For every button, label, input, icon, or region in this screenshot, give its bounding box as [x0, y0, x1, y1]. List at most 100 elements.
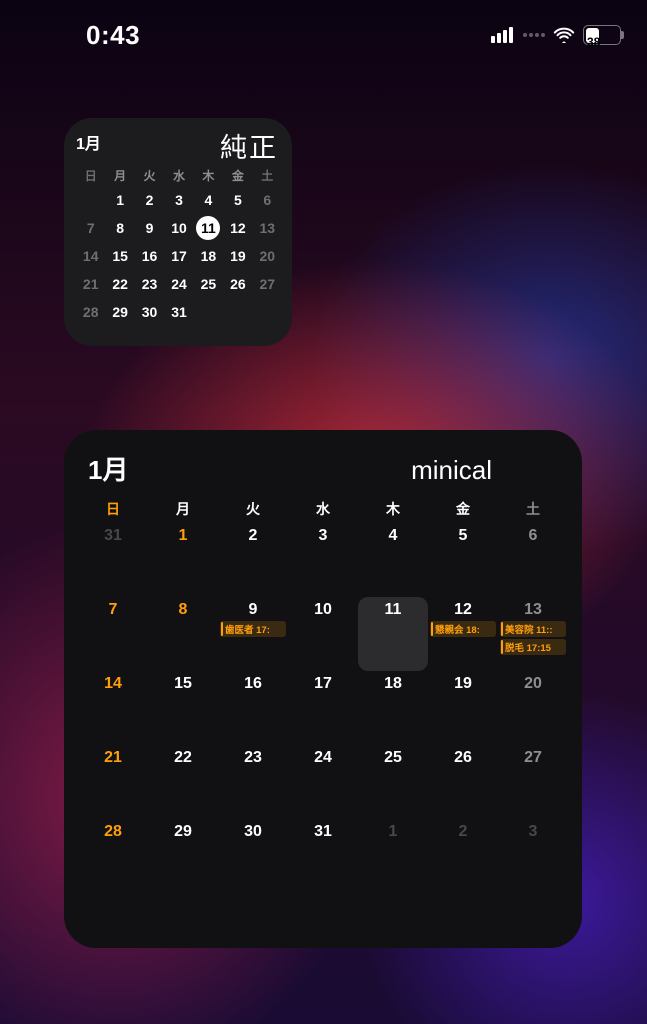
calendar-large-events: 歯医者 17:	[220, 621, 286, 637]
calendar-large-dow: 土	[498, 499, 568, 523]
calendar-small-day	[253, 300, 282, 324]
calendar-large-day[interactable]: 19	[428, 671, 498, 745]
calendar-event[interactable]: 歯医者 17:	[220, 621, 286, 637]
calendar-large-day-number: 21	[78, 749, 148, 767]
calendar-small-dow: 日	[76, 167, 105, 184]
calendar-large-events: 美容院 11::脱毛 17:15	[500, 621, 566, 655]
calendar-small-dow: 水	[164, 167, 193, 184]
dual-sim-icon	[523, 33, 545, 37]
calendar-small-day: 16	[135, 244, 164, 268]
calendar-large-day-number: 28	[78, 823, 148, 841]
calendar-large-day[interactable]: 12 懇親会 18:	[428, 597, 498, 671]
calendar-large-dow: 月	[148, 499, 218, 523]
calendar-large-day[interactable]: 28	[78, 819, 148, 893]
calendar-small-grid: 日月火水木金土123456789101112131415161718192021…	[76, 167, 282, 324]
calendar-large-day[interactable]: 4	[358, 523, 428, 597]
calendar-large-day[interactable]: 11	[358, 597, 428, 671]
calendar-small-day: 14	[76, 244, 105, 268]
calendar-large-header: 1月 minical	[78, 450, 568, 487]
calendar-large-day-number: 20	[498, 675, 568, 693]
calendar-large-day[interactable]: 18	[358, 671, 428, 745]
calendar-large-day[interactable]: 9歯医者 17:	[218, 597, 288, 671]
calendar-large-day-number: 19	[428, 675, 498, 693]
calendar-large-day-number: 17	[288, 675, 358, 693]
status-time: 0:43	[86, 20, 140, 51]
calendar-small-header: 1月 純正	[76, 130, 282, 165]
calendar-large-day[interactable]: 7	[78, 597, 148, 671]
calendar-large-dow: 火	[218, 499, 288, 523]
calendar-large-day[interactable]: 31	[288, 819, 358, 893]
calendar-small-day: 9	[135, 216, 164, 240]
calendar-large-day-number: 30	[218, 823, 288, 841]
calendar-small-day: 26	[223, 272, 252, 296]
calendar-large-day[interactable]: 3	[498, 819, 568, 893]
calendar-large-day[interactable]: 10	[288, 597, 358, 671]
battery-icon: 38 38	[583, 25, 621, 45]
calendar-large-day[interactable]: 23	[218, 745, 288, 819]
calendar-small-day: 17	[164, 244, 193, 268]
calendar-large-day-number: 31	[288, 823, 358, 841]
calendar-small-dow: 木	[194, 167, 223, 184]
calendar-small-month: 1月	[76, 130, 101, 154]
calendar-large-day[interactable]: 20	[498, 671, 568, 745]
calendar-large-day-number: 12	[428, 601, 498, 619]
calendar-large-day[interactable]: 24	[288, 745, 358, 819]
calendar-small-day: 20	[253, 244, 282, 268]
calendar-large-day[interactable]: 29	[148, 819, 218, 893]
calendar-event[interactable]: 美容院 11::	[500, 621, 566, 637]
calendar-large-day[interactable]: 8	[148, 597, 218, 671]
calendar-large-day-number: 31	[78, 527, 148, 545]
calendar-large-day[interactable]: 26	[428, 745, 498, 819]
calendar-small-day	[76, 188, 105, 212]
calendar-large-day-number: 1	[148, 527, 218, 545]
calendar-large-day-number: 11	[358, 601, 428, 619]
calendar-large-day[interactable]: 1	[358, 819, 428, 893]
calendar-widget-small[interactable]: 1月 純正 日月火水木金土123456789101112131415161718…	[64, 118, 292, 346]
calendar-small-day: 24	[164, 272, 193, 296]
calendar-small-day: 12	[223, 216, 252, 240]
calendar-large-month: 1月	[88, 450, 128, 487]
calendar-large-day[interactable]: 30	[218, 819, 288, 893]
calendar-small-day: 31	[164, 300, 193, 324]
calendar-large-day[interactable]: 13美容院 11::脱毛 17:15	[498, 597, 568, 671]
calendar-large-day[interactable]: 21	[78, 745, 148, 819]
status-icons: 38 38	[491, 25, 621, 45]
calendar-event[interactable]: 脱毛 17:15	[500, 639, 566, 655]
calendar-large-day[interactable]: 6	[498, 523, 568, 597]
calendar-large-day[interactable]: 16	[218, 671, 288, 745]
calendar-small-day	[194, 300, 223, 324]
calendar-small-day: 30	[135, 300, 164, 324]
calendar-small-day: 5	[223, 188, 252, 212]
calendar-large-dow: 木	[358, 499, 428, 523]
calendar-large-day[interactable]: 1	[148, 523, 218, 597]
calendar-widget-large[interactable]: 1月 minical 日月火水木金土31123456789歯医者 17:1011…	[64, 430, 582, 948]
calendar-large-day-number: 2	[428, 823, 498, 841]
calendar-large-day[interactable]: 31	[78, 523, 148, 597]
calendar-large-day[interactable]: 2	[218, 523, 288, 597]
calendar-small-day: 1	[105, 188, 134, 212]
calendar-large-day-number: 23	[218, 749, 288, 767]
calendar-small-day: 21	[76, 272, 105, 296]
calendar-small-day: 25	[194, 272, 223, 296]
calendar-large-day[interactable]: 27	[498, 745, 568, 819]
calendar-small-day: 23	[135, 272, 164, 296]
calendar-large-events: 懇親会 18:	[430, 621, 496, 637]
calendar-large-day-number: 13	[498, 601, 568, 619]
calendar-small-day: 18	[194, 244, 223, 268]
calendar-event[interactable]: 懇親会 18:	[430, 621, 496, 637]
calendar-large-day[interactable]: 15	[148, 671, 218, 745]
calendar-large-day[interactable]: 3	[288, 523, 358, 597]
calendar-large-day[interactable]: 14	[78, 671, 148, 745]
calendar-large-day-number: 3	[288, 527, 358, 545]
wifi-icon	[553, 27, 575, 43]
calendar-large-day[interactable]: 22	[148, 745, 218, 819]
calendar-large-day[interactable]: 5	[428, 523, 498, 597]
calendar-small-day: 2	[135, 188, 164, 212]
calendar-large-day-number: 18	[358, 675, 428, 693]
calendar-large-day[interactable]: 25	[358, 745, 428, 819]
calendar-large-day[interactable]: 2	[428, 819, 498, 893]
calendar-large-day[interactable]: 17	[288, 671, 358, 745]
calendar-small-day: 27	[253, 272, 282, 296]
calendar-small-dow: 火	[135, 167, 164, 184]
calendar-large-day-number: 1	[358, 823, 428, 841]
